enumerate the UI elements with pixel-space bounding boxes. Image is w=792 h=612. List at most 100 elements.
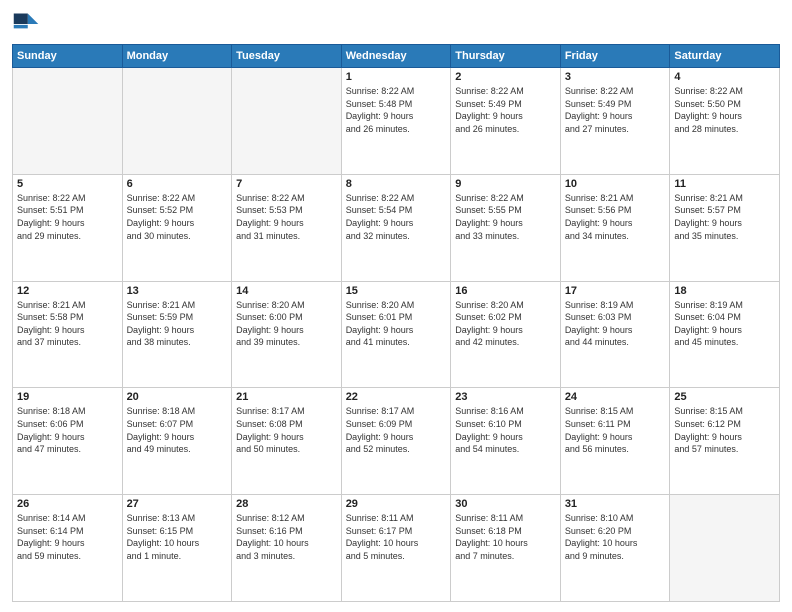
calendar-week-3: 12 Sunrise: 8:21 AM Sunset: 5:58 PM Dayli… xyxy=(13,281,780,388)
calendar-cell: 7 Sunrise: 8:22 AM Sunset: 5:53 PM Daylig… xyxy=(232,174,342,281)
day-info: Sunrise: 8:22 AM Sunset: 5:48 PM Dayligh… xyxy=(346,85,447,135)
calendar-cell: 14 Sunrise: 8:20 AM Sunset: 6:00 PM Dayli… xyxy=(232,281,342,388)
day-number: 5 xyxy=(17,178,118,190)
calendar-cell xyxy=(670,495,780,602)
day-info: Sunrise: 8:22 AM Sunset: 5:49 PM Dayligh… xyxy=(565,85,666,135)
calendar-cell: 8Sunrise: 8:22 AM Sunset: 5:54 PM Daylig… xyxy=(341,174,451,281)
day-info: Sunrise: 8:11 AM Sunset: 6:17 PM Dayligh… xyxy=(346,512,447,562)
day-number: 1 xyxy=(346,71,447,83)
day-info: Sunrise: 8:20 AM Sunset: 6:01 PM Dayligh… xyxy=(346,299,447,349)
calendar-cell xyxy=(122,68,232,175)
calendar-cell: 30 Sunrise: 8:11 AM Sunset: 6:18 PM Dayli… xyxy=(451,495,561,602)
calendar-cell: 13 Sunrise: 8:21 AM Sunset: 5:59 PM Dayli… xyxy=(122,281,232,388)
day-info: Sunrise: 8:21 AM Sunset: 5:56 PM Dayligh… xyxy=(565,192,666,242)
day-info: Sunrise: 8:21 AM Sunset: 5:59 PM Dayligh… xyxy=(127,299,228,349)
day-number: 29 xyxy=(346,498,447,510)
day-number: 9 xyxy=(455,178,556,190)
day-info: Sunrise: 8:15 AM Sunset: 6:11 PM Dayligh… xyxy=(565,405,666,455)
day-number: 17 xyxy=(565,285,666,297)
calendar-cell: 6 Sunrise: 8:22 AM Sunset: 5:52 PM Daylig… xyxy=(122,174,232,281)
day-number: 24 xyxy=(565,391,666,403)
day-number: 21 xyxy=(236,391,337,403)
day-number: 16 xyxy=(455,285,556,297)
calendar-cell: 23 Sunrise: 8:16 AM Sunset: 6:10 PM Dayli… xyxy=(451,388,561,495)
day-info: Sunrise: 8:13 AM Sunset: 6:15 PM Dayligh… xyxy=(127,512,228,562)
calendar-week-4: 19Sunrise: 8:18 AM Sunset: 6:06 PM Dayli… xyxy=(13,388,780,495)
calendar-cell: 15 Sunrise: 8:20 AM Sunset: 6:01 PM Dayli… xyxy=(341,281,451,388)
calendar-cell: 9Sunrise: 8:22 AM Sunset: 5:55 PM Daylig… xyxy=(451,174,561,281)
day-info: Sunrise: 8:19 AM Sunset: 6:03 PM Dayligh… xyxy=(565,299,666,349)
header xyxy=(12,10,780,38)
day-number: 13 xyxy=(127,285,228,297)
day-number: 15 xyxy=(346,285,447,297)
day-number: 18 xyxy=(674,285,775,297)
calendar-cell: 18 Sunrise: 8:19 AM Sunset: 6:04 PM Dayli… xyxy=(670,281,780,388)
day-number: 31 xyxy=(565,498,666,510)
day-info: Sunrise: 8:15 AM Sunset: 6:12 PM Dayligh… xyxy=(674,405,775,455)
weekday-header-wednesday: Wednesday xyxy=(341,45,451,68)
calendar-cell: 21Sunrise: 8:17 AM Sunset: 6:08 PM Dayli… xyxy=(232,388,342,495)
day-info: Sunrise: 8:22 AM Sunset: 5:51 PM Dayligh… xyxy=(17,192,118,242)
calendar-cell: 20 Sunrise: 8:18 AM Sunset: 6:07 PM Dayli… xyxy=(122,388,232,495)
weekday-header-monday: Monday xyxy=(122,45,232,68)
day-number: 23 xyxy=(455,391,556,403)
day-info: Sunrise: 8:17 AM Sunset: 6:09 PM Dayligh… xyxy=(346,405,447,455)
day-info: Sunrise: 8:11 AM Sunset: 6:18 PM Dayligh… xyxy=(455,512,556,562)
calendar-cell: 12 Sunrise: 8:21 AM Sunset: 5:58 PM Dayli… xyxy=(13,281,123,388)
calendar-cell xyxy=(232,68,342,175)
day-number: 14 xyxy=(236,285,337,297)
weekday-header-friday: Friday xyxy=(560,45,670,68)
calendar-cell: 2Sunrise: 8:22 AM Sunset: 5:49 PM Daylig… xyxy=(451,68,561,175)
logo-icon xyxy=(12,10,40,38)
calendar-cell: 24 Sunrise: 8:15 AM Sunset: 6:11 PM Dayli… xyxy=(560,388,670,495)
day-number: 20 xyxy=(127,391,228,403)
day-info: Sunrise: 8:22 AM Sunset: 5:49 PM Dayligh… xyxy=(455,85,556,135)
day-info: Sunrise: 8:18 AM Sunset: 6:06 PM Dayligh… xyxy=(17,405,118,455)
calendar-cell: 29 Sunrise: 8:11 AM Sunset: 6:17 PM Dayli… xyxy=(341,495,451,602)
day-number: 30 xyxy=(455,498,556,510)
day-info: Sunrise: 8:14 AM Sunset: 6:14 PM Dayligh… xyxy=(17,512,118,562)
page: SundayMondayTuesdayWednesdayThursdayFrid… xyxy=(0,0,792,612)
calendar-cell: 10 Sunrise: 8:21 AM Sunset: 5:56 PM Dayli… xyxy=(560,174,670,281)
day-info: Sunrise: 8:22 AM Sunset: 5:53 PM Dayligh… xyxy=(236,192,337,242)
calendar-cell: 16 Sunrise: 8:20 AM Sunset: 6:02 PM Dayli… xyxy=(451,281,561,388)
day-info: Sunrise: 8:10 AM Sunset: 6:20 PM Dayligh… xyxy=(565,512,666,562)
day-number: 26 xyxy=(17,498,118,510)
day-info: Sunrise: 8:12 AM Sunset: 6:16 PM Dayligh… xyxy=(236,512,337,562)
day-number: 22 xyxy=(346,391,447,403)
calendar-cell: 4Sunrise: 8:22 AM Sunset: 5:50 PM Daylig… xyxy=(670,68,780,175)
day-number: 25 xyxy=(674,391,775,403)
day-info: Sunrise: 8:19 AM Sunset: 6:04 PM Dayligh… xyxy=(674,299,775,349)
day-info: Sunrise: 8:22 AM Sunset: 5:52 PM Dayligh… xyxy=(127,192,228,242)
calendar-table: SundayMondayTuesdayWednesdayThursdayFrid… xyxy=(12,44,780,602)
day-number: 10 xyxy=(565,178,666,190)
day-info: Sunrise: 8:21 AM Sunset: 5:58 PM Dayligh… xyxy=(17,299,118,349)
day-info: Sunrise: 8:20 AM Sunset: 6:02 PM Dayligh… xyxy=(455,299,556,349)
day-number: 7 xyxy=(236,178,337,190)
day-info: Sunrise: 8:21 AM Sunset: 5:57 PM Dayligh… xyxy=(674,192,775,242)
day-number: 11 xyxy=(674,178,775,190)
calendar-week-2: 5 Sunrise: 8:22 AM Sunset: 5:51 PM Daylig… xyxy=(13,174,780,281)
calendar-cell: 1 Sunrise: 8:22 AM Sunset: 5:48 PM Daylig… xyxy=(341,68,451,175)
weekday-header-tuesday: Tuesday xyxy=(232,45,342,68)
calendar-week-5: 26 Sunrise: 8:14 AM Sunset: 6:14 PM Dayli… xyxy=(13,495,780,602)
weekday-header-sunday: Sunday xyxy=(13,45,123,68)
calendar-cell xyxy=(13,68,123,175)
day-info: Sunrise: 8:20 AM Sunset: 6:00 PM Dayligh… xyxy=(236,299,337,349)
day-info: Sunrise: 8:18 AM Sunset: 6:07 PM Dayligh… xyxy=(127,405,228,455)
day-number: 3 xyxy=(565,71,666,83)
calendar-cell: 27Sunrise: 8:13 AM Sunset: 6:15 PM Dayli… xyxy=(122,495,232,602)
calendar-cell: 5 Sunrise: 8:22 AM Sunset: 5:51 PM Daylig… xyxy=(13,174,123,281)
day-number: 6 xyxy=(127,178,228,190)
day-info: Sunrise: 8:22 AM Sunset: 5:50 PM Dayligh… xyxy=(674,85,775,135)
weekday-header-thursday: Thursday xyxy=(451,45,561,68)
logo xyxy=(12,10,44,38)
calendar-cell: 25 Sunrise: 8:15 AM Sunset: 6:12 PM Dayli… xyxy=(670,388,780,495)
day-number: 8 xyxy=(346,178,447,190)
calendar-cell: 3 Sunrise: 8:22 AM Sunset: 5:49 PM Daylig… xyxy=(560,68,670,175)
calendar-cell: 11 Sunrise: 8:21 AM Sunset: 5:57 PM Dayli… xyxy=(670,174,780,281)
day-info: Sunrise: 8:16 AM Sunset: 6:10 PM Dayligh… xyxy=(455,405,556,455)
calendar-cell: 26 Sunrise: 8:14 AM Sunset: 6:14 PM Dayli… xyxy=(13,495,123,602)
weekday-header-saturday: Saturday xyxy=(670,45,780,68)
day-number: 12 xyxy=(17,285,118,297)
